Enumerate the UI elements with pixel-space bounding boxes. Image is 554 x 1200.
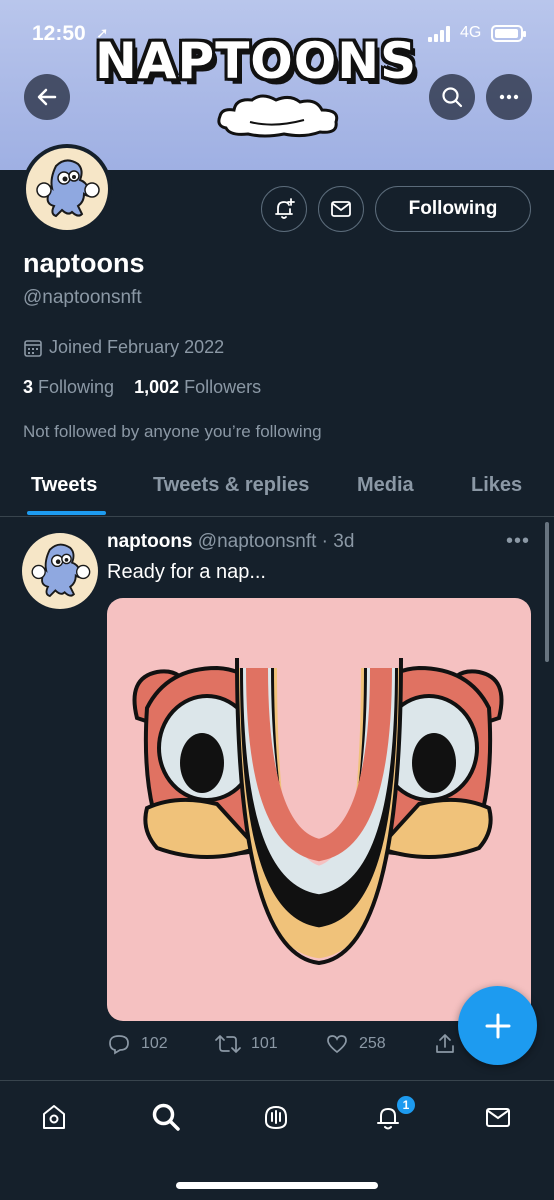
tweet-author-name[interactable]: naptoons (107, 531, 193, 552)
profile-name: naptoons (23, 248, 145, 278)
tab-tweets[interactable]: Tweets (31, 474, 97, 497)
tweet-more-icon[interactable]: ••• (506, 530, 530, 553)
search-icon (152, 1103, 180, 1131)
network-label: 4G (460, 24, 482, 41)
status-time: 12:50 (32, 22, 86, 45)
tab-media[interactable]: Media (357, 474, 414, 497)
joined-text: Joined February 2022 (49, 337, 225, 357)
notify-button[interactable] (261, 186, 307, 232)
scrollbar[interactable] (545, 522, 549, 662)
home-icon (43, 1105, 65, 1129)
message-button[interactable] (318, 186, 364, 232)
notification-badge: 1 (395, 1094, 417, 1116)
tab-tweets-replies[interactable]: Tweets & replies (153, 474, 309, 497)
more-horizontal-icon (499, 94, 519, 100)
share-button[interactable] (433, 1032, 457, 1056)
reply-count: 102 (141, 1035, 168, 1052)
joined-date: Joined February 2022 (23, 337, 224, 358)
nav-home[interactable] (36, 1099, 72, 1135)
search-icon (442, 87, 463, 108)
profile-tabs: Tweets Tweets & replies Media Likes (0, 460, 554, 517)
profile-handle: @naptoonsnft (23, 287, 142, 308)
following-link[interactable]: 3 Following (23, 377, 114, 397)
melting-face-illustration (132, 657, 504, 966)
envelope-icon (486, 1108, 510, 1127)
envelope-icon (331, 201, 351, 217)
calendar-icon (24, 339, 42, 357)
reply-button[interactable]: 102 (107, 1032, 168, 1056)
active-tab-indicator (27, 511, 106, 515)
tweet-author-handle[interactable]: @naptoonsnft (198, 531, 317, 552)
retweet-count: 101 (251, 1035, 278, 1052)
following-button[interactable]: Following (375, 186, 531, 232)
octopus-avatar-icon (36, 159, 100, 218)
nav-messages[interactable] (480, 1099, 516, 1135)
octopus-avatar-icon (31, 543, 91, 598)
tweet-time[interactable]: · 3d (322, 531, 355, 552)
following-label: Following (38, 377, 115, 397)
retweet-icon (215, 1035, 241, 1053)
signal-icon (428, 26, 452, 42)
share-icon (436, 1034, 454, 1053)
tweet-media-image[interactable] (107, 598, 531, 1021)
profile-avatar[interactable] (22, 144, 112, 234)
follow-stats: 3 Following 1,002 Followers (23, 377, 261, 398)
not-followed-notice: Not followed by anyone you’re following (23, 422, 322, 441)
like-count: 258 (359, 1035, 386, 1052)
tab-likes[interactable]: Likes (471, 474, 522, 497)
followers-link[interactable]: 1,002 Followers (134, 377, 261, 397)
cloud-illustration (217, 94, 339, 138)
tweet-header: naptoons @naptoonsnft · 3d (107, 531, 354, 553)
banner-logo: NAPTOONS (95, 32, 418, 90)
nav-spaces[interactable] (258, 1099, 294, 1135)
heart-icon (327, 1035, 347, 1054)
bell-plus-icon (275, 198, 295, 219)
home-indicator[interactable] (176, 1182, 378, 1189)
followers-label: Followers (184, 377, 262, 397)
compose-tweet-button[interactable] (458, 986, 537, 1065)
retweet-button[interactable]: 101 (215, 1032, 278, 1056)
followers-count: 1,002 (134, 377, 180, 397)
more-options-button[interactable] (486, 74, 532, 120)
like-button[interactable]: 258 (325, 1032, 386, 1056)
reply-icon (109, 1035, 129, 1055)
back-button[interactable] (24, 74, 70, 120)
search-button[interactable] (429, 74, 475, 120)
arrow-left-icon (37, 88, 57, 106)
spaces-microphone-icon (265, 1105, 287, 1130)
plus-icon (485, 1013, 510, 1038)
tweet-avatar[interactable] (22, 533, 98, 609)
following-count: 3 (23, 377, 34, 397)
battery-icon (491, 25, 526, 42)
nav-search[interactable] (148, 1099, 184, 1135)
tweet-text: Ready for a nap... (107, 561, 266, 583)
